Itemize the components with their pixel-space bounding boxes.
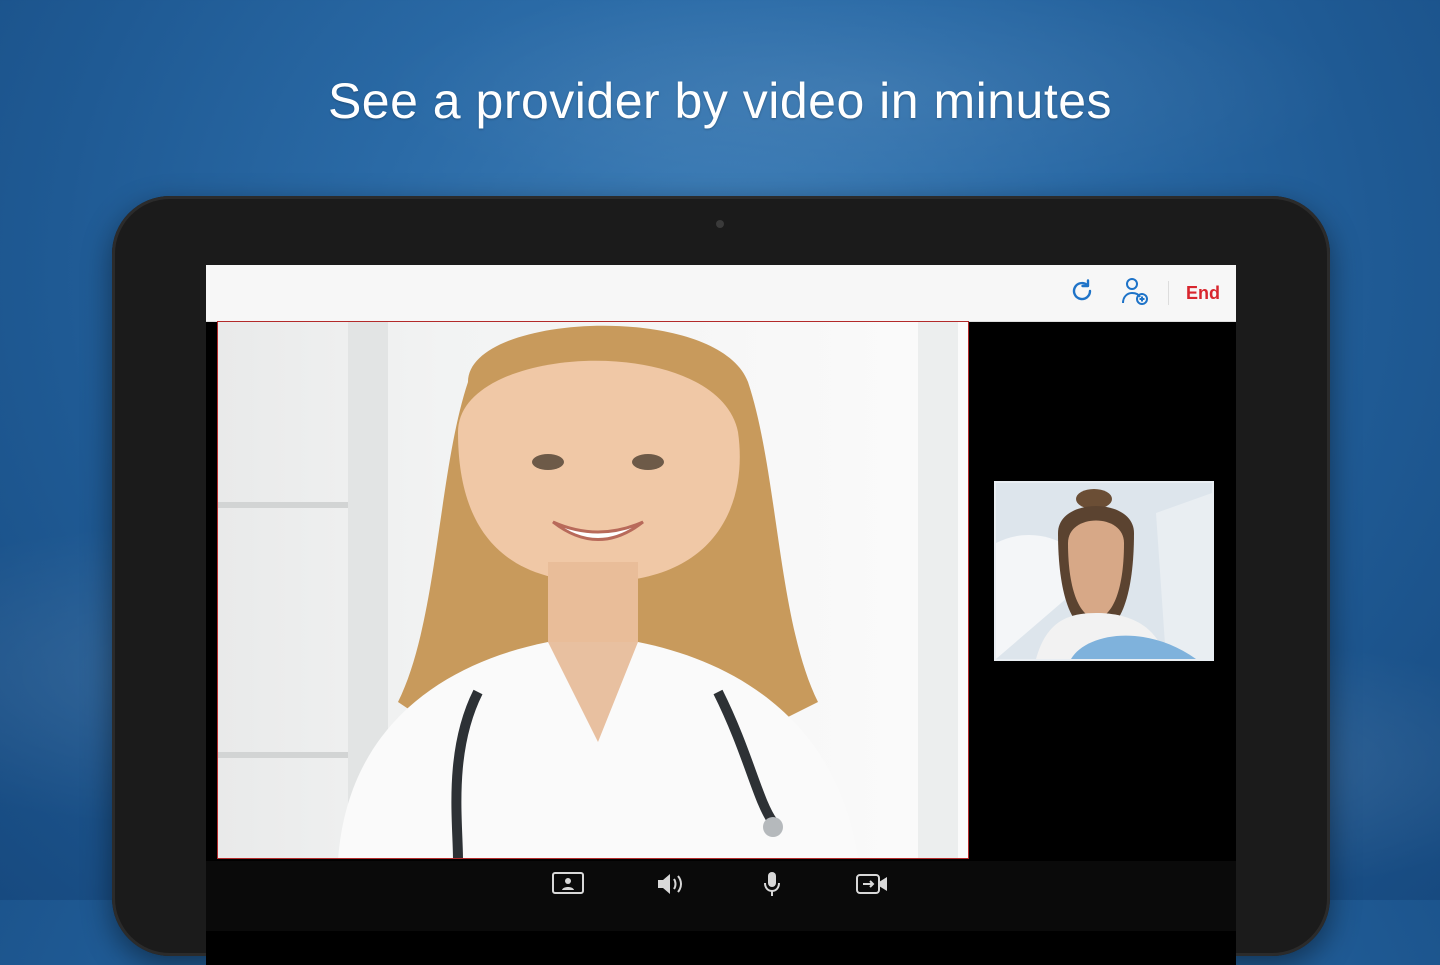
provider-image [338, 322, 958, 858]
remote-video [217, 321, 969, 859]
patient-image [996, 483, 1212, 659]
video-call-screen: End [206, 265, 1236, 965]
end-call-button[interactable]: End [1180, 281, 1226, 305]
speaker-button[interactable] [650, 869, 690, 903]
call-controls [206, 861, 1236, 931]
screen-share-icon [551, 871, 585, 902]
self-video [994, 481, 1214, 661]
call-toolbar: End [206, 265, 1236, 322]
front-camera [716, 220, 724, 228]
camera-toggle-icon [855, 872, 889, 901]
screen-share-button[interactable] [548, 869, 588, 903]
refresh-button[interactable] [1066, 277, 1098, 309]
refresh-icon [1069, 278, 1095, 309]
toolbar-divider [1168, 281, 1169, 305]
add-participant-button[interactable] [1119, 277, 1151, 309]
add-participant-icon [1120, 276, 1150, 311]
camera-toggle-button[interactable] [852, 869, 892, 903]
headline: See a provider by video in minutes [327, 73, 1113, 129]
speaker-icon [655, 871, 685, 902]
microphone-button[interactable] [752, 869, 792, 903]
microphone-icon [761, 870, 783, 903]
tablet-frame: End [112, 196, 1330, 965]
